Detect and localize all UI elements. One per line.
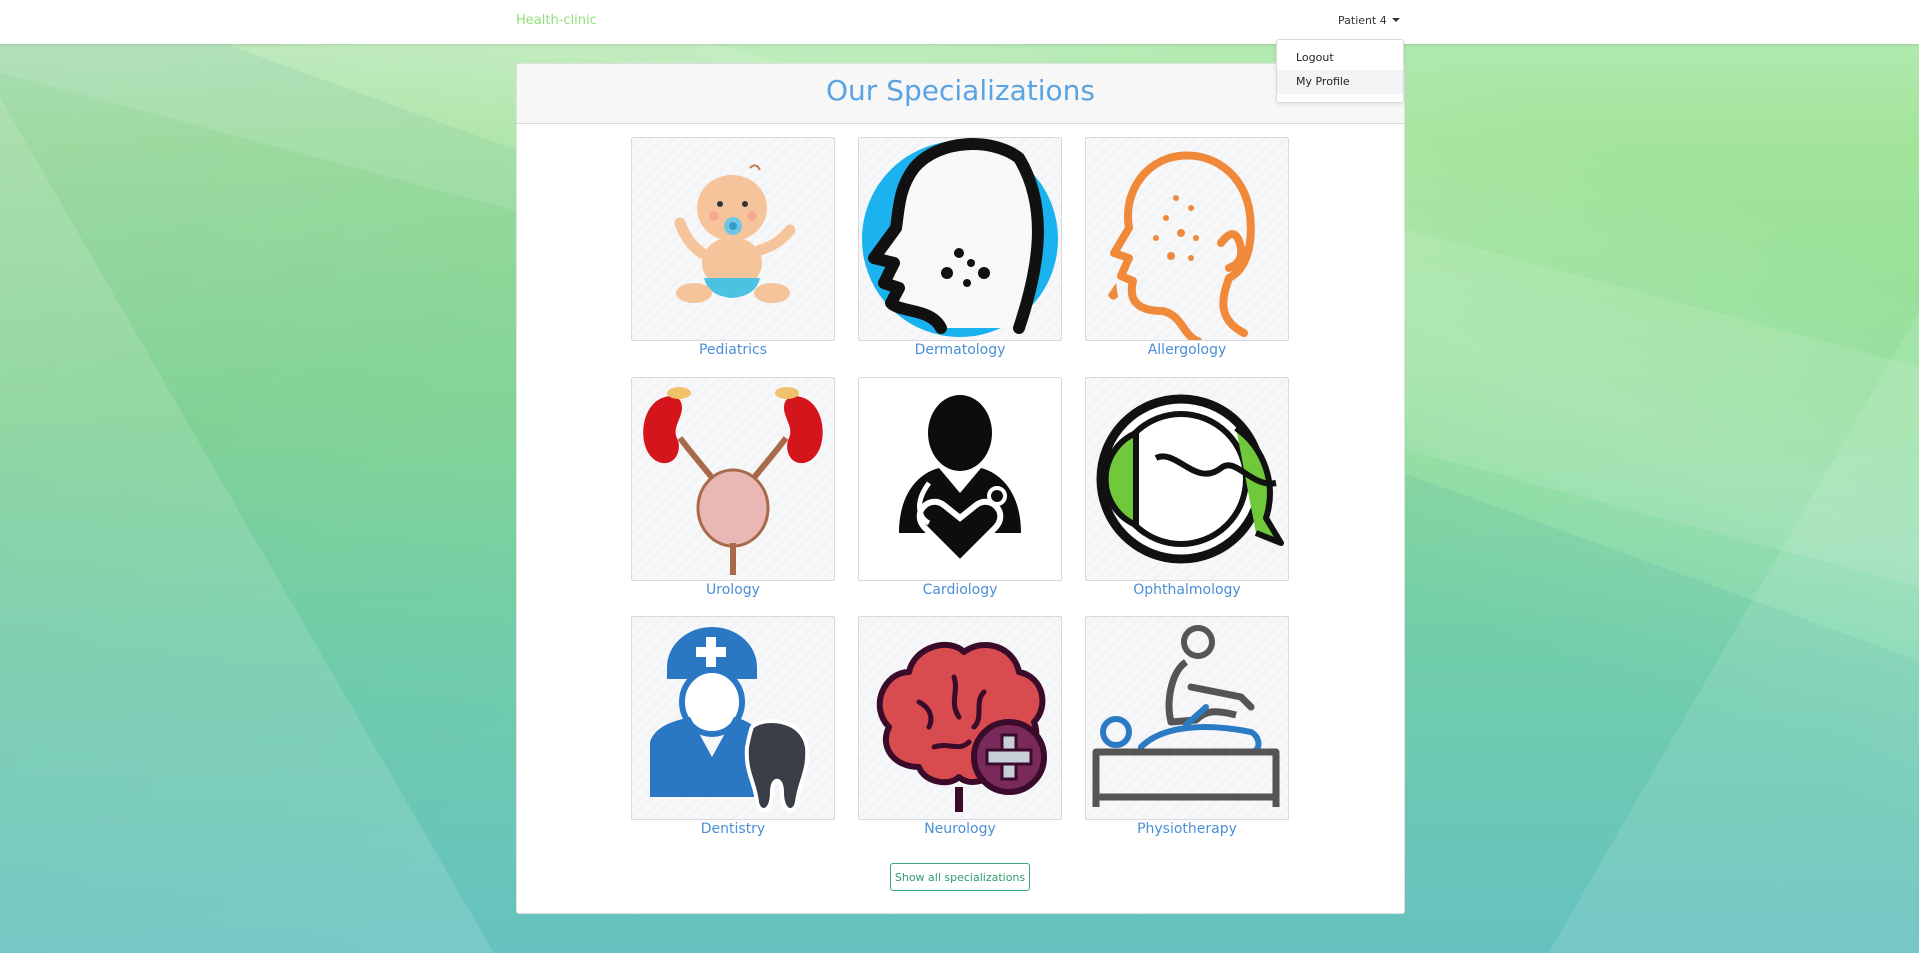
brain-plus-icon[interactable] [858,616,1062,820]
specialization-tile-neurology: Neurology [858,616,1062,837]
specialization-link[interactable]: Pediatrics [631,342,835,358]
specialization-link[interactable]: Cardiology [858,582,1062,598]
show-all-specializations-button[interactable]: Show all specializations [890,863,1030,891]
logout-menu-item[interactable]: Logout [1277,46,1403,70]
specializations-card: Our Specializations Pediatrics Dermatolo… [516,63,1405,914]
doctor-heart-icon[interactable] [858,377,1062,581]
brand-link[interactable]: Health-clinic [516,13,597,28]
specialization-tile-dentistry: Dentistry [631,616,835,837]
specialization-tile-pediatrics: Pediatrics [631,137,835,358]
user-menu-toggle[interactable]: Patient 4 [1338,14,1400,27]
specialization-tile-urology: Urology [631,377,835,598]
specialization-link[interactable]: Neurology [858,821,1062,837]
caret-down-icon [1391,18,1400,22]
specialization-tile-dermatology: Dermatology [858,137,1062,358]
my-profile-menu-item[interactable]: My Profile [1277,70,1403,94]
page-title: Our Specializations [826,74,1095,107]
allergy-face-icon[interactable] [1085,137,1289,341]
massage-table-icon[interactable] [1085,616,1289,820]
user-dropdown-menu: Logout My Profile [1276,39,1404,103]
kidneys-bladder-icon[interactable] [631,377,835,581]
specialization-tile-physiotherapy: Physiotherapy [1085,616,1289,837]
user-name: Patient 4 [1338,14,1387,27]
specialization-tile-allergology: Allergology [1085,137,1289,358]
skin-face-icon[interactable] [858,137,1062,341]
eye-icon[interactable] [1085,377,1289,581]
specialization-link[interactable]: Allergology [1085,342,1289,358]
specialization-link[interactable]: Ophthalmology [1085,582,1289,598]
card-header: Our Specializations [517,64,1404,124]
baby-icon[interactable] [631,137,835,341]
specialization-link[interactable]: Dermatology [858,342,1062,358]
specialization-tile-ophthalmology: Ophthalmology [1085,377,1289,598]
dentist-tooth-icon[interactable] [631,616,835,820]
specialization-link[interactable]: Dentistry [631,821,835,837]
specialization-tile-cardiology: Cardiology [858,377,1062,598]
top-navbar: Health-clinic Patient 4 [0,0,1919,44]
specialization-link[interactable]: Urology [631,582,835,598]
specialization-link[interactable]: Physiotherapy [1085,821,1289,837]
